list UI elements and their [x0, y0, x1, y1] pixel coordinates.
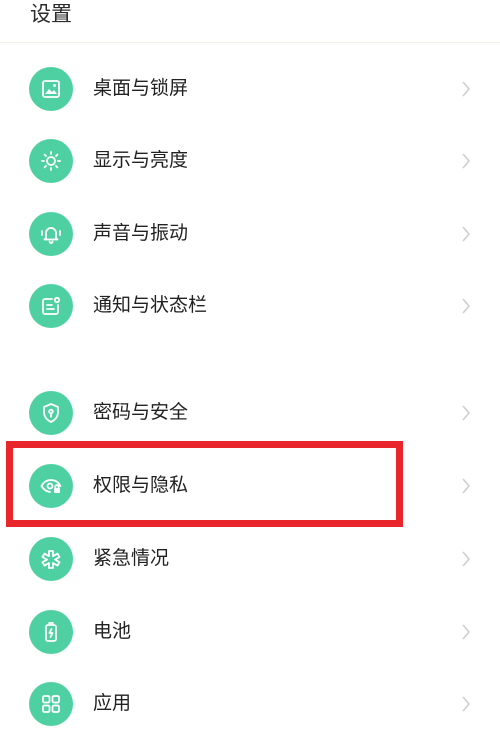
- chevron-right-icon: [462, 226, 471, 242]
- settings-item-display-brightness[interactable]: 显示与亮度: [0, 133, 500, 193]
- chevron-right-icon: [462, 551, 471, 567]
- privacy-eye-icon: [29, 464, 73, 508]
- settings-item-label: 电池: [93, 620, 132, 642]
- settings-item-permission-privacy[interactable]: 权限与隐私: [0, 458, 500, 518]
- brightness-icon: [29, 139, 73, 183]
- chevron-right-icon: [462, 81, 471, 97]
- settings-item-label: 显示与亮度: [93, 149, 189, 171]
- chevron-right-icon: [462, 478, 471, 494]
- apps-grid-icon: [29, 682, 73, 726]
- battery-icon: [29, 610, 73, 654]
- chevron-right-icon: [462, 298, 471, 314]
- settings-item-battery[interactable]: 电池: [0, 604, 500, 664]
- chevron-right-icon: [462, 696, 471, 712]
- wallpaper-icon: [29, 67, 73, 111]
- settings-item-notification-statusbar[interactable]: 通知与状态栏: [0, 278, 500, 338]
- settings-item-label: 密码与安全: [93, 401, 189, 423]
- notification-icon: [29, 284, 73, 328]
- settings-item-desktop-lockscreen[interactable]: 桌面与锁屏: [0, 61, 500, 121]
- chevron-right-icon: [462, 405, 471, 421]
- settings-item-label: 通知与状态栏: [93, 294, 208, 316]
- settings-item-label: 声音与振动: [93, 222, 189, 244]
- settings-item-label: 权限与隐私: [93, 474, 189, 496]
- header-bar: 设置: [0, 0, 500, 43]
- settings-item-password-security[interactable]: 密码与安全: [0, 385, 500, 445]
- shield-icon: [29, 391, 73, 435]
- settings-item-apps[interactable]: 应用: [0, 676, 500, 736]
- chevron-right-icon: [462, 624, 471, 640]
- bell-vibrate-icon: [29, 212, 73, 256]
- settings-item-label: 应用: [93, 692, 132, 714]
- settings-item-label: 紧急情况: [93, 547, 170, 569]
- page-title: 设置: [30, 2, 72, 26]
- chevron-right-icon: [462, 153, 471, 169]
- settings-item-sound-vibration[interactable]: 声音与振动: [0, 206, 500, 266]
- emergency-icon: [29, 537, 73, 581]
- settings-item-label: 桌面与锁屏: [93, 77, 189, 99]
- settings-item-emergency[interactable]: 紧急情况: [0, 531, 500, 591]
